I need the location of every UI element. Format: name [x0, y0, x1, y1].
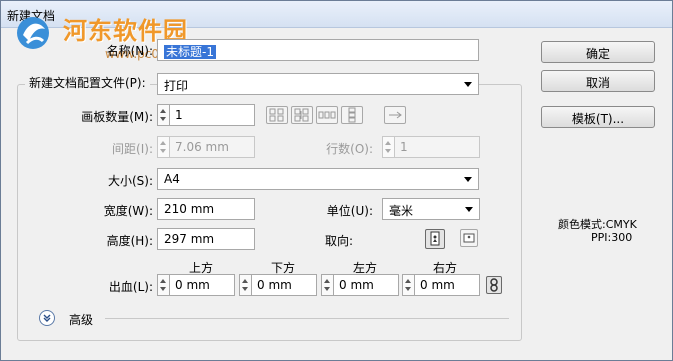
height-label: 高度(H):: [106, 234, 153, 248]
profile-value: 打印: [164, 79, 189, 93]
window-title: 新建文档: [7, 9, 56, 23]
color-mode-text: 颜色模式:CMYK: [558, 218, 637, 231]
spacing-stepper[interactable]: 7.06 mm: [157, 136, 255, 158]
rows-spinner[interactable]: [382, 136, 394, 158]
width-label: 宽度(W):: [103, 204, 153, 218]
arrange-by-row-icon[interactable]: [316, 106, 338, 124]
size-value: A4: [164, 172, 180, 186]
unit-value: 毫米: [389, 204, 414, 218]
title-bar: 新建文档: [1, 1, 672, 28]
chevron-down-icon: [465, 207, 473, 212]
arrange-by-column-icon[interactable]: [341, 106, 363, 124]
name-input[interactable]: 未标题-1: [157, 39, 479, 61]
size-label: 大小(S):: [107, 174, 153, 188]
spin-down-icon: [242, 287, 248, 291]
spin-down-icon: [324, 287, 330, 291]
spin-up-icon: [160, 141, 166, 145]
bleed-bottom-spinner[interactable]: [239, 274, 251, 296]
chevron-double-down-icon: [43, 314, 51, 322]
orientation-label: 取向:: [325, 234, 354, 248]
link-icon[interactable]: [486, 276, 502, 294]
bleed-top-value[interactable]: 0 mm: [169, 274, 235, 296]
bleed-left-spinner[interactable]: [321, 274, 333, 296]
rows-value[interactable]: 1: [394, 136, 480, 158]
artboards-stepper[interactable]: 1: [157, 104, 255, 126]
profile-dropdown[interactable]: 打印: [157, 73, 479, 95]
unit-dropdown[interactable]: 毫米: [382, 198, 480, 220]
spin-down-icon: [160, 287, 166, 291]
name-label: 名称(N):: [106, 44, 153, 58]
spin-up-icon: [160, 279, 166, 283]
spin-up-icon: [160, 109, 166, 113]
portrait-icon[interactable]: [425, 229, 445, 249]
grid-by-row-icon[interactable]: [266, 106, 288, 124]
spacing-value[interactable]: 7.06 mm: [169, 136, 255, 158]
templates-button[interactable]: 模板(T)...: [541, 106, 655, 128]
height-input[interactable]: 297 mm: [157, 228, 255, 250]
bleed-left-value[interactable]: 0 mm: [333, 274, 399, 296]
spin-up-icon: [324, 279, 330, 283]
profile-label: 新建文档配置文件(P):: [25, 74, 150, 91]
advanced-divider: [105, 318, 509, 319]
cancel-button[interactable]: 取消: [541, 70, 655, 92]
bleed-right-value[interactable]: 0 mm: [414, 274, 480, 296]
chevron-down-icon: [464, 82, 472, 87]
advanced-label: 高级: [69, 313, 94, 327]
artboards-spinner[interactable]: [157, 104, 169, 126]
spacing-spinner[interactable]: [157, 136, 169, 158]
spin-down-icon: [385, 149, 391, 153]
spin-up-icon: [405, 279, 411, 283]
rows-stepper[interactable]: 1: [382, 136, 480, 158]
bleed-top-stepper[interactable]: 0 mm: [157, 274, 235, 296]
new-document-dialog: 新建文档 河东软件园 www.pc0359.cn 名称(N): 未标题-1 确定…: [0, 0, 673, 361]
spin-down-icon: [160, 117, 166, 121]
chevron-down-icon: [464, 177, 472, 182]
advanced-expand-button[interactable]: [39, 310, 55, 326]
spin-down-icon: [160, 149, 166, 153]
unit-label: 单位(U):: [326, 204, 373, 218]
ppi-text: PPI:300: [591, 231, 633, 244]
bleed-bottom-value[interactable]: 0 mm: [251, 274, 317, 296]
landscape-icon[interactable]: [460, 229, 478, 247]
bleed-label: 出血(L):: [108, 280, 153, 294]
bleed-right-stepper[interactable]: 0 mm: [402, 274, 480, 296]
right-to-left-icon[interactable]: [384, 106, 406, 124]
artboards-label: 画板数量(M):: [81, 110, 153, 124]
ok-button[interactable]: 确定: [541, 41, 655, 63]
spin-up-icon: [385, 141, 391, 145]
spin-up-icon: [242, 279, 248, 283]
bleed-left-stepper[interactable]: 0 mm: [321, 274, 399, 296]
name-value: 未标题-1: [164, 45, 216, 59]
grid-by-column-icon[interactable]: [291, 106, 313, 124]
spin-down-icon: [405, 287, 411, 291]
spacing-label: 间距(I):: [112, 142, 153, 156]
bleed-top-spinner[interactable]: [157, 274, 169, 296]
bleed-right-spinner[interactable]: [402, 274, 414, 296]
width-input[interactable]: 210 mm: [157, 198, 255, 220]
size-dropdown[interactable]: A4: [157, 168, 479, 190]
bleed-bottom-stepper[interactable]: 0 mm: [239, 274, 317, 296]
artboards-value[interactable]: 1: [169, 104, 255, 126]
rows-label: 行数(O):: [326, 142, 373, 156]
